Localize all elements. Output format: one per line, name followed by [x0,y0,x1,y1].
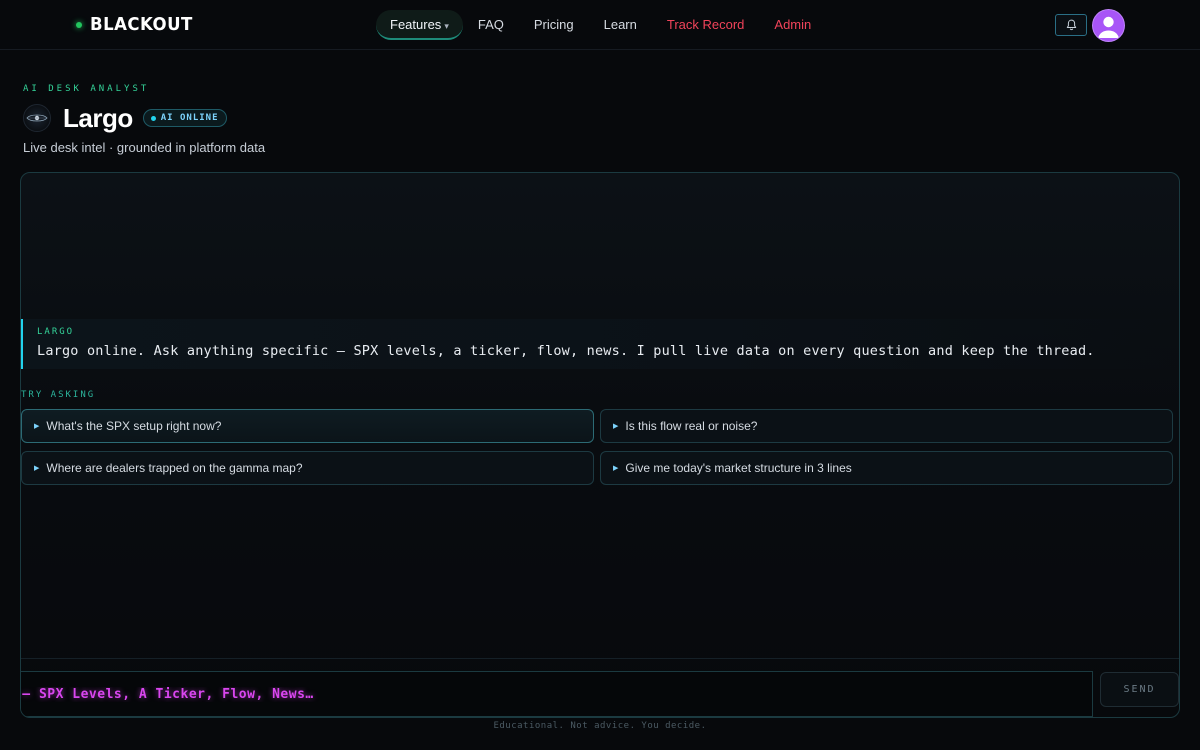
play-arrow-icon: ▶ [34,465,40,472]
suggestion-text: What's the SPX setup right now? [46,419,222,433]
suggestion-chip[interactable]: ▶ Where are dealers trapped on the gamma… [21,451,594,485]
status-badge-label: AI ONLINE [160,113,219,123]
suggestion-text: Give me today's market structure in 3 li… [625,461,852,475]
nav-link-pricing[interactable]: Pricing [519,10,589,40]
nav-link-faq[interactable]: FAQ [463,10,519,40]
nav-link-label: Features [390,17,442,32]
nav-link-features[interactable]: Features ▾ [376,10,463,40]
user-avatar-button[interactable] [1093,10,1124,41]
brand-status-dot [76,21,82,28]
disclaimer-text: Educational. Not advice. You decide. [493,721,707,731]
suggestion-chip[interactable]: ▶ What's the SPX setup right now? [21,409,594,443]
chat-message: LARGO Largo online. Ask anything specifi… [21,319,1179,369]
user-avatar-icon [1098,16,1119,38]
input-divider [21,658,1179,659]
notifications-button[interactable] [1055,14,1087,36]
chat-input-wrapper [21,671,1093,717]
suggestion-chip[interactable]: ▶ Is this flow real or noise? [600,409,1173,443]
title-row: Largo AI ONLINE [23,103,227,133]
nav-link-admin[interactable]: Admin [759,10,826,40]
play-arrow-icon: ▶ [613,423,619,430]
online-dot-icon [150,115,156,121]
nav-link-learn[interactable]: Learn [589,10,652,40]
top-navigation: BLACKOUT Features ▾ FAQ Pricing Learn Tra… [0,0,1200,50]
nav-links: Features ▾ FAQ Pricing Learn Track Record… [376,10,826,40]
page-title: Largo [63,102,133,133]
chat-input[interactable] [21,672,1089,716]
nav-link-track-record[interactable]: Track Record [652,10,760,40]
message-text: Largo online. Ask anything specific — SP… [37,343,1095,359]
brand-logo[interactable]: BLACKOUT [76,14,202,35]
suggestion-text: Where are dealers trapped on the gamma m… [46,461,303,475]
suggestion-chip[interactable]: ▶ Give me today's market structure in 3 … [600,451,1173,485]
message-sender: LARGO [37,327,75,337]
try-asking-label: TRY ASKING [21,390,96,400]
eye-icon [26,114,48,122]
page-eyebrow: AI DESK ANALYST [23,84,150,94]
send-button[interactable]: SEND [1100,672,1179,707]
largo-logo-icon [23,104,51,132]
play-arrow-icon: ▶ [34,423,40,430]
suggestion-text: Is this flow real or noise? [625,419,758,433]
bell-icon [1066,19,1076,31]
page-subtitle: Live desk intel · grounded in platform d… [23,140,266,155]
status-badge: AI ONLINE [142,109,227,127]
chevron-down-icon: ▾ [444,21,449,31]
chat-panel: LARGO Largo online. Ask anything specifi… [20,172,1180,718]
play-arrow-icon: ▶ [613,465,619,472]
brand-name: BLACKOUT [90,14,193,35]
